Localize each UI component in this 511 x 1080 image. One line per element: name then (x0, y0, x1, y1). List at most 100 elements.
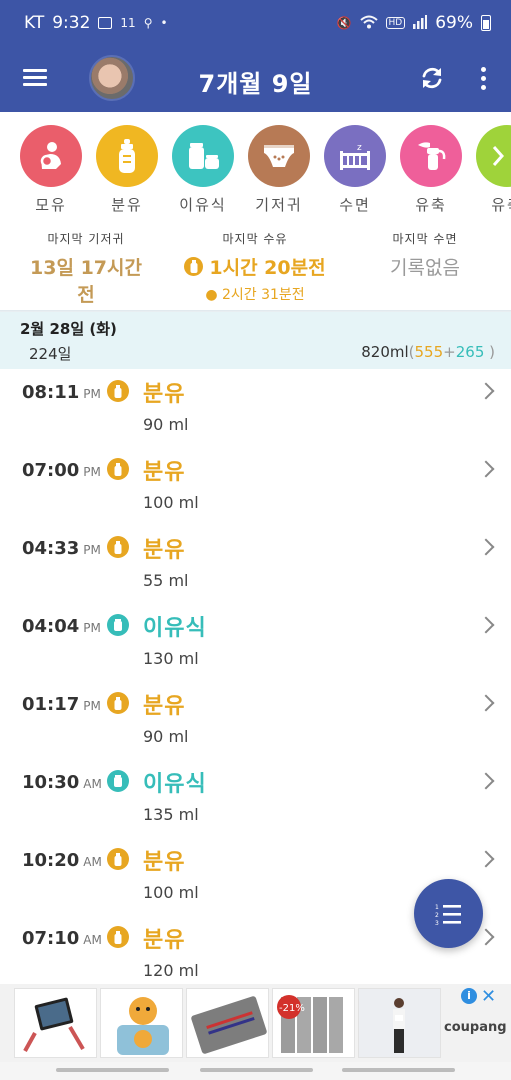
category-label: 수면 (339, 196, 371, 214)
record-type: 이유식 (143, 616, 207, 641)
hamburger-icon[interactable] (23, 69, 47, 87)
breastfeeding-icon (20, 125, 82, 187)
wifi-icon (359, 15, 378, 32)
mute-icon: 🔇 (336, 16, 352, 30)
category-pumping[interactable]: 유축 (399, 125, 463, 215)
last-sleep-summary[interactable]: 마지막 수면 기록없음 (360, 230, 490, 280)
last-feeding-summary[interactable]: 마지막 수유 1시간 20분전 ● 2시간 31분전 (180, 230, 330, 304)
record-time-wrap: 08:11 PM (22, 382, 101, 403)
record-type: 분유 (143, 694, 186, 719)
record-time: 04:04 (22, 616, 80, 637)
list-item[interactable]: 01:17 PM 분유 90 ml (0, 681, 511, 759)
more-vert-icon[interactable] (481, 67, 487, 91)
bottle-icon (107, 926, 129, 948)
record-amount: 55 ml (143, 571, 189, 590)
avatar[interactable] (89, 55, 135, 101)
bottle-icon (96, 125, 158, 187)
system-nav-bar (0, 1062, 511, 1080)
summary-sub-row: ● 2시간 31분전 (180, 284, 330, 304)
baby-food-icon (172, 125, 234, 187)
record-time: 07:10 (22, 928, 80, 949)
chevron-right-icon (477, 538, 495, 556)
record-time-wrap: 10:20 AM (22, 850, 102, 871)
nav-handle[interactable] (200, 1068, 313, 1072)
category-diaper[interactable]: 기저귀 (247, 125, 311, 215)
list-menu-button[interactable]: 1 2 3 (414, 879, 483, 948)
hd-icon: HD (385, 17, 406, 29)
record-amount: 130 ml (143, 649, 199, 668)
status-bar: KT 9:32 11 ⚲ • 🔇 HD 69% (0, 0, 511, 46)
nav-handle[interactable] (56, 1068, 169, 1072)
record-time: 07:00 (22, 460, 80, 481)
image-icon (98, 17, 113, 29)
bottle-icon (107, 536, 129, 558)
record-ampm: PM (83, 621, 101, 635)
ad-product-image[interactable] (186, 988, 269, 1058)
summary-panel: 마지막 기저귀 13일 17시간전 소변 마지막 수유 1시간 20분전 ● 2… (0, 222, 511, 330)
record-ampm: AM (83, 777, 102, 791)
record-ampm: PM (83, 543, 101, 557)
record-type: 분유 (143, 850, 186, 875)
record-time: 01:17 (22, 694, 80, 715)
category-bar: 모유 분유 이유식 기저귀 z 수면 유축 유축 (0, 112, 511, 222)
day-count: 224일 (29, 345, 72, 363)
ad-banner[interactable]: -21% i ✕ coupang (0, 984, 511, 1062)
battery-icon (481, 15, 491, 31)
ad-brand-logo: coupang (444, 1020, 507, 1035)
category-next[interactable]: 유축 (475, 125, 511, 215)
bottle-icon (107, 692, 129, 714)
record-time-wrap: 04:04 PM (22, 616, 101, 637)
nav-handle[interactable] (342, 1068, 455, 1072)
record-amount: 120 ml (143, 961, 199, 980)
list-item[interactable]: 07:00 PM 분유 100 ml (0, 447, 511, 525)
ad-product-image[interactable] (100, 988, 183, 1058)
summary-caption: 마지막 수면 (392, 232, 458, 246)
total-amount: 820ml (361, 343, 409, 361)
ad-product-image[interactable] (14, 988, 97, 1058)
category-label: 이유식 (179, 196, 227, 214)
record-time-wrap: 07:00 PM (22, 460, 101, 481)
record-time-wrap: 04:33 PM (22, 538, 101, 559)
day-total: 820ml(555+265 ) (361, 343, 495, 361)
record-ampm: PM (83, 699, 101, 713)
record-time-wrap: 07:10 AM (22, 928, 102, 949)
category-formula[interactable]: 분유 (95, 125, 159, 215)
ad-product-image[interactable]: -21% (272, 988, 355, 1058)
list-item[interactable]: 04:04 PM 이유식 130 ml (0, 603, 511, 681)
category-label: 유축 (415, 196, 447, 214)
close-icon[interactable]: ✕ (481, 986, 496, 1007)
chevron-right-icon (477, 460, 495, 478)
sync-icon[interactable] (418, 64, 446, 92)
record-time: 10:30 (22, 772, 80, 793)
category-label: 모유 (35, 196, 67, 214)
numbered-list-icon: 1 2 3 (435, 904, 461, 926)
category-sleep[interactable]: z 수면 (323, 125, 387, 215)
svg-text:3: 3 (435, 920, 439, 926)
dot-icon: ● (205, 287, 218, 303)
svg-text:1: 1 (435, 904, 439, 911)
day-header: 2월 28일 (화) 224일 820ml(555+265 ) (0, 312, 511, 369)
category-breastfeeding[interactable]: 모유 (19, 125, 83, 215)
carrier-label: KT (24, 13, 45, 33)
record-amount: 100 ml (143, 883, 199, 902)
chevron-right-icon (477, 616, 495, 634)
svg-text:z: z (357, 143, 362, 153)
ad-product-image[interactable] (358, 988, 441, 1058)
category-baby-food[interactable]: 이유식 (171, 125, 235, 215)
list-item[interactable]: 10:30 AM 이유식 135 ml (0, 759, 511, 837)
summary-value: 1시간 20분전 (209, 257, 326, 279)
record-amount: 135 ml (143, 805, 199, 824)
ad-info-icon[interactable]: i (461, 988, 477, 1004)
dot-icon: • (160, 16, 168, 30)
summary-value-row: 1시간 20분전 (180, 253, 330, 280)
notification-icon: 11 (120, 16, 136, 30)
signal-icon (413, 14, 428, 32)
breast-pump-icon (400, 125, 462, 187)
ad-discount-badge: -21% (279, 1003, 305, 1014)
list-item[interactable]: 04:33 PM 분유 55 ml (0, 525, 511, 603)
record-amount: 90 ml (143, 727, 189, 746)
clock: 9:32 (52, 13, 91, 33)
svg-text:2: 2 (435, 912, 439, 919)
list-item[interactable]: 08:11 PM 분유 90 ml (0, 369, 511, 447)
formula-total: 555 (414, 343, 444, 361)
